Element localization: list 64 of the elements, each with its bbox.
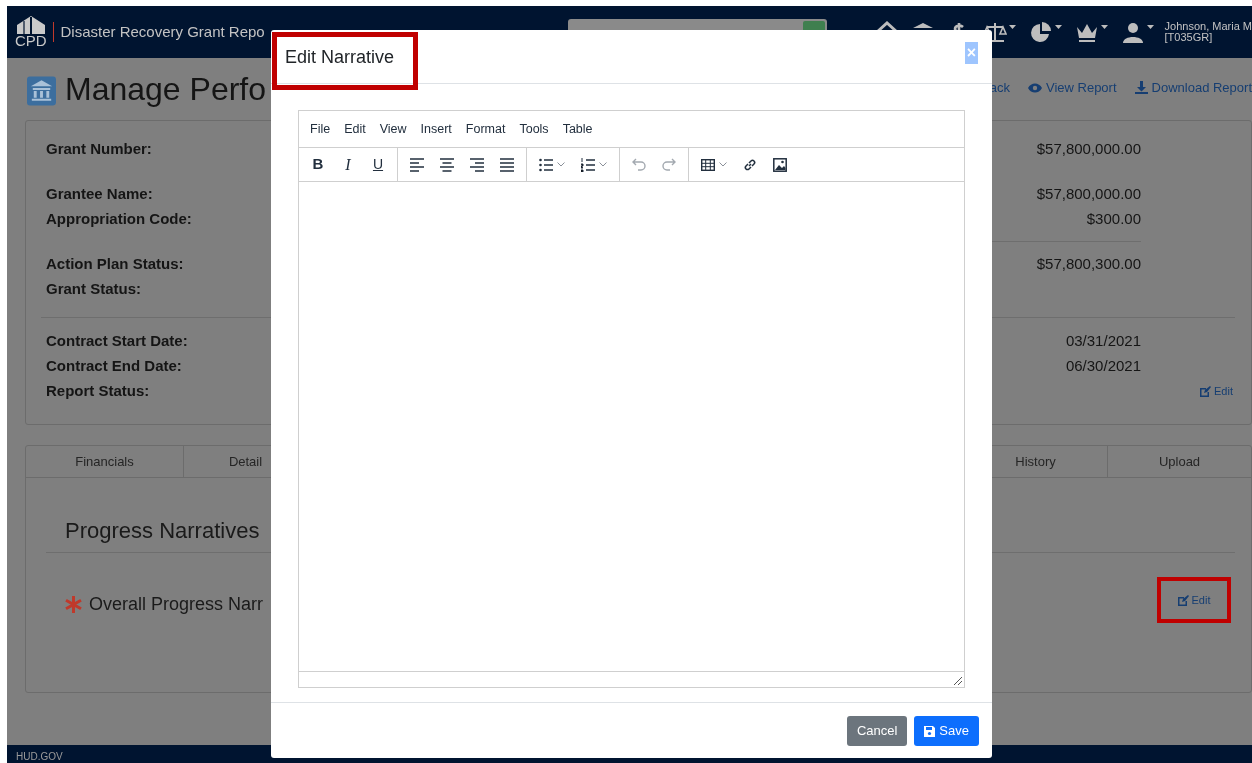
bold-button[interactable]: B xyxy=(304,150,332,179)
menu-item[interactable]: View xyxy=(379,119,407,139)
link-icon xyxy=(743,157,757,172)
house-logo-icon xyxy=(15,16,46,34)
align-right-icon xyxy=(470,157,484,172)
caret-icon xyxy=(1054,25,1063,30)
download-icon xyxy=(1134,81,1148,94)
field-value: $300.00 xyxy=(1085,209,1141,230)
redo-icon xyxy=(662,157,676,172)
save-button[interactable]: Save xyxy=(914,716,979,746)
app-title: Disaster Recovery Grant Repo xyxy=(60,21,266,42)
menu-item[interactable]: Insert xyxy=(420,119,452,139)
field-label: Action Plan Status: xyxy=(46,254,184,275)
field-label: Grant Number: xyxy=(46,139,152,160)
field-label: Contract Start Date: xyxy=(46,331,188,352)
menu-item[interactable]: Edit xyxy=(344,119,366,139)
table-icon xyxy=(701,157,715,172)
eye-icon xyxy=(1027,82,1042,93)
field-value: 06/30/2021 xyxy=(1064,356,1141,377)
edit-icon xyxy=(1200,386,1211,397)
caret-icon xyxy=(719,162,727,167)
caret-icon xyxy=(1146,25,1155,30)
caret-icon xyxy=(1100,25,1109,30)
pie-chart-icon[interactable] xyxy=(1028,21,1053,43)
footer-text[interactable]: HUD.GOV xyxy=(16,751,63,763)
cancel-button[interactable]: Cancel xyxy=(846,716,908,746)
page-title: Manage Perfo xyxy=(65,70,268,109)
field-value: $57,800,300.00 xyxy=(1035,254,1141,275)
tab[interactable]: Upload xyxy=(1107,446,1251,477)
user-icon[interactable] xyxy=(1120,21,1145,43)
menu-item[interactable]: File xyxy=(310,119,331,139)
menu-item[interactable]: Table xyxy=(562,119,593,139)
field-value: 03/31/2021 xyxy=(1064,331,1141,352)
narrative-label: Overall Progress Narr xyxy=(89,592,264,616)
menu-item[interactable]: Tools xyxy=(519,119,549,139)
caret-icon xyxy=(557,162,565,167)
align-center-icon xyxy=(440,157,454,172)
field-label: Contract End Date: xyxy=(46,356,182,377)
image-icon xyxy=(773,157,787,172)
field-label: Appropriation Code: xyxy=(46,209,192,230)
field-label: Grant Status: xyxy=(46,279,141,300)
align-left-icon xyxy=(410,157,424,172)
field-value: $57,800,000.00 xyxy=(1035,139,1141,160)
menu-item[interactable]: Format xyxy=(465,119,506,139)
tab[interactable]: Financials xyxy=(26,446,184,477)
justify-icon xyxy=(500,157,514,172)
user-name[interactable]: Johnson, Maria M xyxy=(1164,21,1252,32)
field-label: Grantee Name: xyxy=(46,184,153,205)
field-label: Report Status: xyxy=(46,381,150,402)
edit-icon xyxy=(1177,594,1189,606)
bullet-list-icon xyxy=(539,157,553,172)
dialog-title: Edit Narrative xyxy=(285,46,395,69)
underline-button[interactable]: U xyxy=(364,150,392,179)
resize-handle-icon[interactable] xyxy=(954,677,962,685)
caret-icon xyxy=(599,162,607,167)
logo-text: CPD xyxy=(15,34,47,48)
caret-icon xyxy=(1008,25,1017,30)
section-heading: Progress Narratives xyxy=(64,517,261,545)
field-value: $57,800,000.00 xyxy=(1035,184,1141,205)
user-id: [T035GR] xyxy=(1164,32,1214,43)
undo-icon xyxy=(632,157,646,172)
italic-button[interactable]: I xyxy=(334,150,362,179)
numbered-list-icon xyxy=(581,157,595,172)
bank-icon xyxy=(27,76,56,106)
